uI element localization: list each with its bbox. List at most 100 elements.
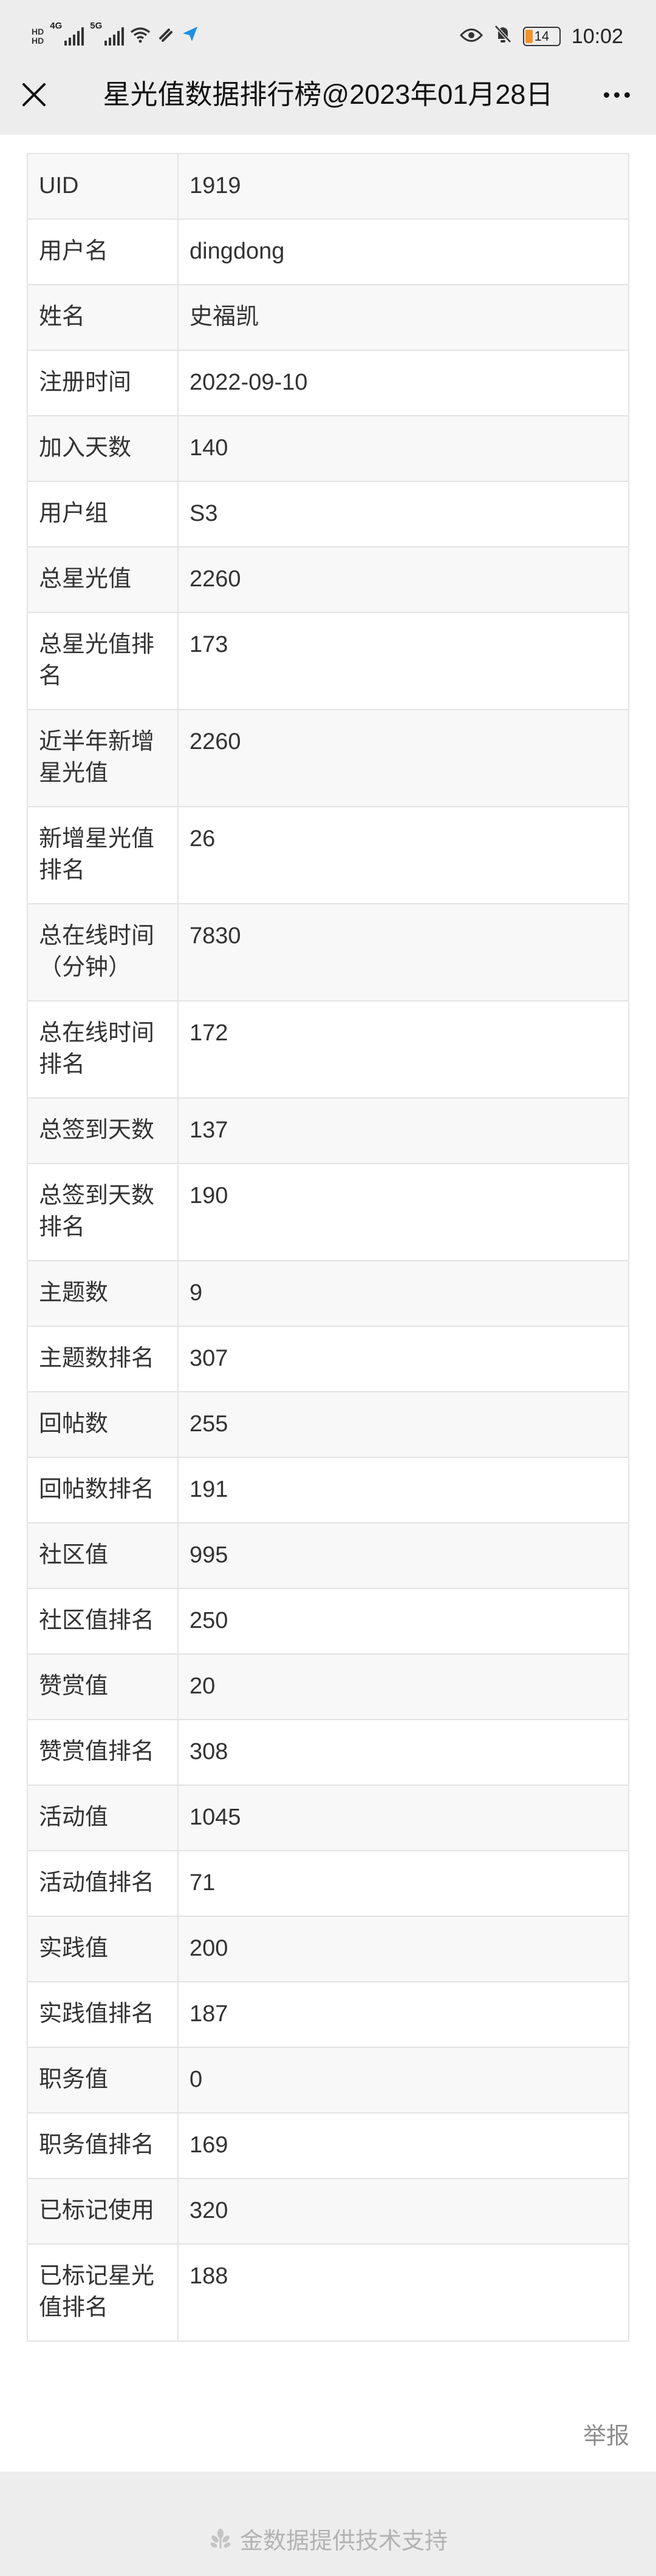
table-row: 赞赏值排名 308 (27, 1719, 629, 1786)
row-label: 已标记星光值排名 (27, 2243, 179, 2342)
more-icon (603, 92, 609, 98)
table-row: 活动值 1045 (27, 1785, 629, 1851)
row-value: 200 (177, 1916, 629, 1982)
data-table: UID 1919 用户名 dingdong 姓名 史福凯 注册时间 2022-09-10 加入天… (27, 153, 629, 2342)
table-row: 实践值排名 187 (27, 1981, 629, 2048)
row-value: 2260 (177, 546, 629, 613)
row-label: 近半年新增星光值 (27, 709, 179, 807)
hd-tag-2: HD (32, 36, 44, 46)
table-row: 新增星光值排名 26 (27, 806, 629, 904)
network-5g-label: 5G (90, 21, 103, 31)
table-row: 总签到天数 137 (27, 1097, 629, 1164)
row-label: 用户组 (27, 481, 179, 547)
row-value: 20 (177, 1653, 629, 1720)
table-row: 总在线时间排名 172 (27, 1000, 629, 1099)
row-label: 总星光值排名 (27, 612, 179, 710)
row-value: S3 (177, 481, 629, 547)
row-value: 172 (177, 1000, 629, 1099)
navigation-icon (181, 25, 199, 48)
close-icon (22, 83, 46, 106)
battery-icon: 14 (522, 27, 561, 46)
row-label: 总签到天数排名 (27, 1163, 179, 1261)
status-left: HD HD 4G 5G (32, 21, 199, 52)
row-label: 姓名 (27, 284, 179, 351)
signal-icon-2 (104, 27, 125, 46)
row-label: 赞赏值 (27, 1653, 179, 1720)
status-bar: HD HD 4G 5G 14 10:02 (0, 0, 656, 72)
row-value: 308 (177, 1719, 629, 1786)
row-value: 169 (177, 2112, 629, 2179)
row-value: 2022-09-10 (177, 350, 629, 416)
row-value: 26 (177, 806, 629, 904)
table-row: 总在线时间（分钟） 7830 (27, 903, 629, 1002)
row-label: 加入天数 (27, 415, 179, 482)
table-row: 近半年新增星光值 2260 (27, 709, 629, 807)
page-title: 星光值数据排行榜@2023年01月28日 (103, 79, 553, 110)
link-icon (157, 25, 175, 48)
row-value: 188 (177, 2243, 629, 2342)
row-value: 995 (177, 1522, 629, 1589)
row-value: 191 (177, 1457, 629, 1524)
table-row: 用户名 dingdong (27, 219, 629, 285)
row-label: 已标记使用 (27, 2178, 179, 2245)
table-row: 职务值 0 (27, 2047, 629, 2113)
row-label: 社区值排名 (27, 1588, 179, 1655)
row-label: UID (27, 153, 179, 220)
table-row: 实践值 200 (27, 1916, 629, 1982)
table-row: 赞赏值 20 (27, 1653, 629, 1720)
signal-icon (64, 27, 84, 46)
report-link[interactable]: 举报 (583, 2417, 629, 2450)
row-value: dingdong (177, 219, 629, 285)
row-label: 总在线时间排名 (27, 1000, 179, 1099)
row-value: 255 (177, 1391, 629, 1458)
jinshuju-logo-icon (210, 2528, 231, 2549)
table-row: 社区值排名 250 (27, 1588, 629, 1655)
battery-level: 14 (534, 29, 550, 44)
row-label: 总签到天数 (27, 1097, 179, 1164)
row-value: 71 (177, 1850, 629, 1917)
row-label: 新增星光值排名 (27, 806, 179, 904)
clock: 10:02 (571, 24, 623, 48)
close-button[interactable] (15, 72, 53, 118)
row-label: 职务值排名 (27, 2112, 179, 2179)
row-label: 社区值 (27, 1522, 179, 1589)
row-label: 用户名 (27, 219, 179, 285)
table-row: 总星光值 2260 (27, 546, 629, 613)
network-4g-label: 4G (50, 21, 63, 31)
row-value: 2260 (177, 709, 629, 807)
row-label: 赞赏值排名 (27, 1719, 179, 1786)
table-row: UID 1919 (27, 153, 629, 220)
row-value: 9 (177, 1260, 629, 1327)
table-row: 主题数 9 (27, 1260, 629, 1327)
table-row: 主题数排名 307 (27, 1326, 629, 1392)
row-value: 187 (177, 1981, 629, 2048)
row-value: 0 (177, 2047, 629, 2113)
row-label: 回帖数 (27, 1391, 179, 1458)
more-icon-dot (624, 92, 630, 98)
row-label: 总在线时间（分钟） (27, 903, 179, 1002)
content-card: UID 1919 用户名 dingdong 姓名 史福凯 注册时间 2022-09-10 加入天… (0, 135, 656, 2472)
wifi-icon (130, 25, 151, 48)
footer[interactable]: 金数据提供技术支持 (0, 2522, 656, 2555)
table-row: 总星光值排名 173 (27, 612, 629, 710)
row-label: 回帖数排名 (27, 1457, 179, 1524)
row-label: 主题数排名 (27, 1326, 179, 1392)
row-value: 173 (177, 612, 629, 710)
more-button[interactable] (595, 72, 638, 118)
row-label: 主题数 (27, 1260, 179, 1327)
row-label: 注册时间 (27, 350, 179, 416)
table-row: 已标记使用 320 (27, 2178, 629, 2245)
table-row: 已标记星光值排名 188 (27, 2243, 629, 2342)
table-row: 总签到天数排名 190 (27, 1163, 629, 1261)
footer-text: 金数据提供技术支持 (239, 2529, 448, 2554)
row-label: 活动值排名 (27, 1850, 179, 1917)
row-label: 职务值 (27, 2047, 179, 2113)
row-value: 137 (177, 1097, 629, 1164)
row-label: 实践值 (27, 1916, 179, 1982)
row-label: 实践值排名 (27, 1981, 179, 2048)
table-row: 社区值 995 (27, 1522, 629, 1589)
table-row: 加入天数 140 (27, 415, 629, 482)
hd-indicator: HD HD (32, 27, 44, 46)
status-right: 14 10:02 (459, 21, 623, 52)
table-row: 回帖数 255 (27, 1391, 629, 1458)
